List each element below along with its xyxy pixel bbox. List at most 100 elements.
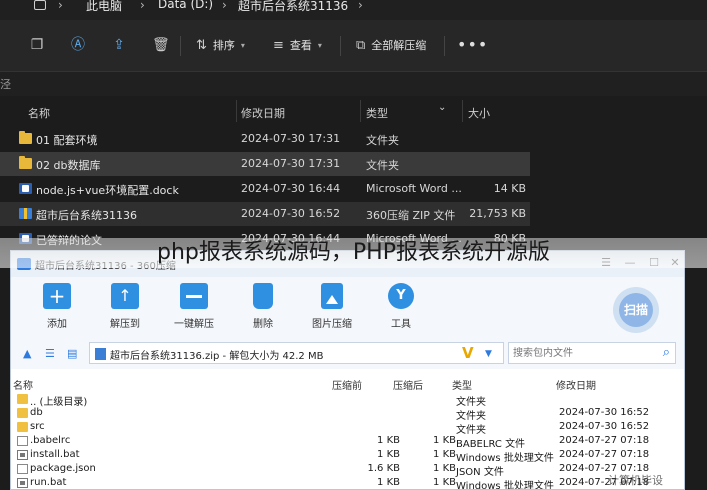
- details-view-icon[interactable]: ▤: [67, 347, 77, 360]
- zip-row-original: 1 KB: [433, 449, 456, 460]
- zip-column-compressed[interactable]: 压缩前: [332, 377, 362, 392]
- image-compress-button[interactable]: 图片压缩: [304, 283, 360, 330]
- chevron-down-icon[interactable]: ▼: [485, 349, 492, 359]
- sort-button[interactable]: ⇅ 排序 ▾: [196, 34, 245, 56]
- zip-row-name: .babelrc: [30, 435, 71, 446]
- menu-icon[interactable]: ☰: [599, 256, 613, 269]
- minimize-icon[interactable]: —: [623, 256, 637, 269]
- bat-file-icon: [17, 478, 28, 488]
- add-button[interactable]: 添加: [29, 283, 85, 330]
- search-input[interactable]: [513, 346, 653, 361]
- zip-list-row[interactable]: .. (上级目录) 文件夹: [11, 392, 684, 408]
- file-row[interactable]: 已答辩的论文 2024-07-30 16:44 Microsoft Word .…: [0, 227, 530, 251]
- column-header-name[interactable]: 名称: [28, 105, 50, 121]
- one-click-extract-button[interactable]: 一键解压: [166, 283, 222, 330]
- column-header-size[interactable]: 大小: [468, 105, 490, 121]
- chevron-down-icon[interactable]: ⌄: [438, 102, 446, 113]
- add-icon: [43, 283, 71, 309]
- zip-window-title: 超市后台系统31136 - 360压缩: [35, 261, 176, 272]
- folder-icon: [17, 394, 28, 404]
- zip-row-compressed: 1 KB: [377, 449, 400, 460]
- zip-row-name: run.bat: [30, 477, 67, 488]
- explorer-toolbar: ❐ Ⓐ ⇪ 🗑 ⇅ 排序 ▾ ≡ 查看 ▾ ⧉ 全部解压缩 •••: [0, 20, 707, 72]
- extract-to-button[interactable]: 解压到: [97, 283, 153, 330]
- chevron-right-icon: ›: [140, 0, 145, 12]
- view-button[interactable]: ≡ 查看 ▾: [273, 34, 322, 56]
- trash-icon: [253, 283, 273, 309]
- column-header-modified[interactable]: 修改日期: [241, 105, 285, 121]
- archive-path-text: 超市后台系统31136.zip - 解包大小为 42.2 MB: [110, 351, 324, 362]
- breadcrumb-current-folder[interactable]: 超市后台系统31136: [238, 0, 348, 14]
- monitor-icon: [34, 0, 46, 10]
- zip-archive-icon: [19, 208, 32, 219]
- zip-row-name: package.json: [30, 463, 96, 474]
- zip-ribbon: 添加 解压到 一键解压 删除 图片压缩 工具: [11, 277, 684, 337]
- corner-watermark: 计算机毕设: [608, 474, 663, 487]
- breadcrumb-data-drive[interactable]: Data (D:): [158, 0, 213, 11]
- zip-list-row[interactable]: .babelrc 1 KB 1 KB BABELRC 文件 2024-07-27…: [11, 434, 684, 450]
- extract-all-label: 全部解压缩: [371, 39, 427, 52]
- folder-icon: [17, 408, 28, 418]
- zip-row-name: db: [30, 407, 43, 418]
- zip-column-original[interactable]: 压缩后: [393, 377, 423, 392]
- zip-row-name: install.bat: [30, 449, 80, 460]
- archive-path-field[interactable]: 超市后台系统31136.zip - 解包大小为 42.2 MB V ▼: [89, 342, 504, 364]
- zip-list-row[interactable]: run.bat 1 KB 1 KB Windows 批处理文件 2024-07-…: [11, 476, 684, 489]
- toolbar-divider: [340, 36, 341, 56]
- up-arrow-icon[interactable]: ▲: [23, 347, 31, 360]
- verified-v-icon[interactable]: V: [462, 344, 474, 362]
- file-modified: 2024-07-30 16:44: [241, 232, 341, 245]
- column-divider[interactable]: [462, 100, 463, 122]
- rename-icon[interactable]: Ⓐ: [70, 37, 86, 53]
- file-row-selected[interactable]: 02 db数据库 2024-07-30 17:31 文件夹: [0, 152, 530, 176]
- copy-icon[interactable]: ❐: [29, 37, 45, 53]
- close-icon[interactable]: ✕: [668, 256, 682, 269]
- list-view-icon[interactable]: ☰: [45, 347, 55, 360]
- file-row[interactable]: 01 配套环境 2024-07-30 17:31 文件夹: [0, 127, 530, 151]
- column-header-type[interactable]: 类型: [366, 105, 388, 121]
- maximize-icon[interactable]: ☐: [647, 256, 661, 269]
- tools-button[interactable]: 工具: [373, 283, 429, 330]
- view-icon: ≡: [273, 37, 284, 53]
- extract-to-label: 解压到: [110, 319, 140, 330]
- zip-column-name[interactable]: 名称: [13, 377, 33, 392]
- file-row-hover[interactable]: 超市后台系统31136 2024-07-30 16:52 360压缩 ZIP 文…: [0, 202, 530, 226]
- column-divider[interactable]: [360, 100, 361, 122]
- image-compress-label: 图片压缩: [312, 319, 352, 330]
- zip-row-compressed: 1 KB: [377, 477, 400, 488]
- file-size: 80 KB: [493, 232, 526, 245]
- zip-row-modified: 2024-07-27 07:18: [559, 449, 650, 460]
- file-size: 14 KB: [493, 182, 526, 195]
- file-type: Microsoft Word ...: [366, 182, 462, 195]
- search-icon[interactable]: ⌕: [663, 345, 670, 360]
- file-name: 已答辩的论文: [36, 234, 102, 247]
- zip-window: 超市后台系统31136 - 360压缩 ☰ — ☐ ✕ 添加 解压到 一键解压 …: [10, 250, 685, 490]
- zip-column-type[interactable]: 类型: [452, 377, 472, 392]
- zip-list-row[interactable]: db 文件夹 2024-07-30 16:52: [11, 406, 684, 422]
- zip-column-modified[interactable]: 修改日期: [556, 377, 596, 392]
- share-icon[interactable]: ⇪: [111, 37, 127, 53]
- image-compress-icon: [321, 283, 343, 309]
- file-modified: 2024-07-30 16:44: [241, 182, 341, 195]
- address-bar[interactable]: 泾: [0, 72, 707, 96]
- scan-button[interactable]: 扫描: [613, 287, 659, 333]
- breadcrumb-this-pc[interactable]: 此电脑: [86, 0, 122, 14]
- file-row[interactable]: node.js+vue环境配置.dock 2024-07-30 16:44 Mi…: [0, 177, 530, 201]
- trash-icon[interactable]: 🗑: [152, 37, 170, 53]
- explorer-breadcrumb: › 此电脑 › Data (D:) › 超市后台系统31136 ›: [0, 0, 707, 20]
- tools-icon: [388, 283, 414, 309]
- word-doc-icon: [19, 183, 32, 194]
- zip-list-row[interactable]: install.bat 1 KB 1 KB Windows 批处理文件 2024…: [11, 448, 684, 464]
- more-options-button[interactable]: •••: [457, 35, 488, 54]
- column-divider[interactable]: [236, 100, 237, 122]
- chevron-right-icon: ›: [58, 0, 63, 12]
- delete-button[interactable]: 删除: [235, 283, 291, 330]
- zip-list-row[interactable]: package.json 1.6 KB 1 KB JSON 文件 2024-07…: [11, 462, 684, 478]
- address-text: 泾: [0, 78, 11, 91]
- zip-list-row[interactable]: src 文件夹 2024-07-30 16:52: [11, 420, 684, 436]
- one-click-extract-label: 一键解压: [174, 319, 214, 330]
- zip-row-original: 1 KB: [433, 477, 456, 488]
- zip-archive-icon: [95, 348, 106, 360]
- zip-path-bar: ▲ ☰ ▤ 超市后台系统31136.zip - 解包大小为 42.2 MB V …: [11, 339, 684, 367]
- extract-all-button[interactable]: ⧉ 全部解压缩: [356, 34, 426, 56]
